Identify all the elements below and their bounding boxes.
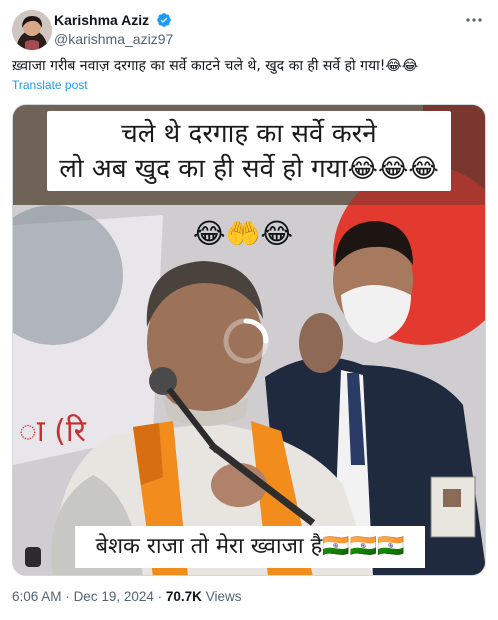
tweet-time[interactable]: 6:06 AM — [12, 589, 62, 604]
video-control-icon[interactable] — [25, 547, 41, 567]
avatar-image — [12, 10, 52, 50]
video-caption-top: चले थे दरगाह का सर्वे करने लो अब खुद का … — [47, 111, 451, 191]
video-media[interactable]: ा (रि चले थे दरगाह का सर्वे करने लो अब ख… — [12, 104, 486, 576]
tweet-date[interactable]: Dec 19, 2024 — [74, 589, 154, 604]
overlay-emojis: 😂🤲😂 — [192, 218, 294, 249]
more-options-icon[interactable] — [464, 12, 484, 28]
handle[interactable]: @karishma_aziz97 — [54, 30, 173, 48]
video-caption-bottom: बेशक राजा तो मेरा ख्वाजा है🇮🇳🇮🇳🇮🇳 — [75, 526, 425, 568]
svg-text:ा (रि: ा (रि — [19, 414, 87, 449]
avatar[interactable] — [12, 10, 52, 50]
meta-separator: · — [157, 589, 163, 604]
tweet-meta: 6:06 AM · Dec 19, 2024 · 70.7K Views — [12, 589, 241, 604]
meta-separator: · — [65, 589, 70, 604]
translate-post-link[interactable]: Translate post — [12, 78, 88, 92]
tweet-header: Karishma Aziz @karishma_aziz97 — [12, 10, 488, 50]
views-label: Views — [205, 589, 242, 604]
tweet-text: ख़्वाजा गरीब नवाज़ दरगाह का सर्वे काटने … — [12, 58, 419, 74]
display-name[interactable]: Karishma Aziz — [54, 11, 149, 29]
loading-spinner-icon — [223, 318, 269, 364]
author-names: Karishma Aziz @karishma_aziz97 — [54, 11, 173, 48]
caption-top-line2: लो अब खुद का ही सर्वे हो गया😂😂😂 — [59, 154, 439, 184]
views-count[interactable]: 70.7K — [166, 589, 202, 604]
caption-top-line1: चले थे दरगाह का सर्वे करने — [121, 119, 377, 149]
verified-badge-icon — [156, 13, 171, 27]
